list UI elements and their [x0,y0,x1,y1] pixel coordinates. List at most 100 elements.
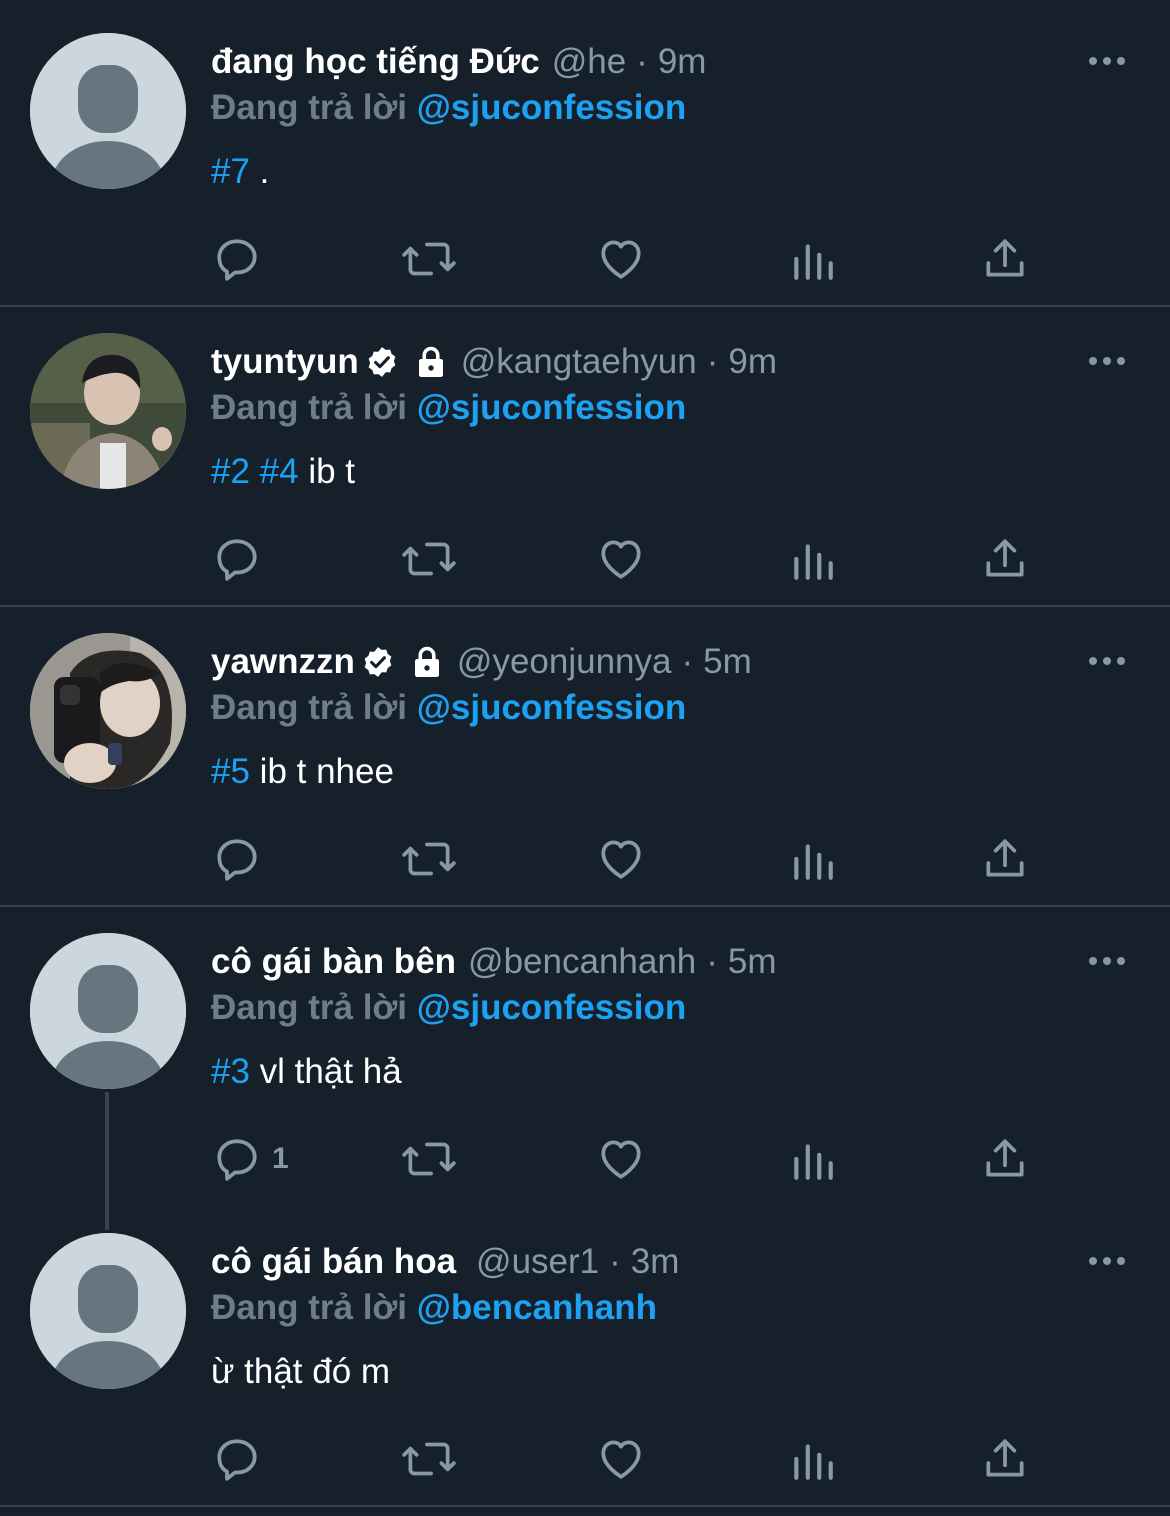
reply-button[interactable]: 1 [212,1132,289,1186]
retweet-button[interactable] [400,532,458,586]
tweet-header: cô gái bán hoa @user1 · 3m [211,1238,679,1286]
avatar[interactable] [30,333,186,489]
reply-count: 1 [272,1142,289,1175]
photo-avatar-icon [30,333,186,489]
more-icon[interactable] [1087,52,1127,70]
display-name[interactable]: yawnzzn [211,642,355,682]
user-handle[interactable]: @he [552,42,626,82]
replying-to: Đang trả lời @bencanhanh [211,1288,657,1328]
user-handle[interactable]: @kangtaehyun [461,342,697,382]
timeline: đang học tiếng Đức @he · 9m Đang trả lời… [0,0,1170,1516]
tweet-header: yawnzzn @yeonjunnya · 5m [211,638,752,686]
hashtag[interactable]: #7 [211,152,250,191]
separator-dot: · [706,342,719,381]
share-button[interactable] [980,832,1030,886]
timestamp[interactable]: 5m [703,642,752,682]
analytics-button[interactable] [790,1432,836,1486]
divider [0,605,1170,607]
hashtag[interactable]: #5 [211,752,250,791]
analytics-icon [794,544,833,580]
like-button[interactable] [596,1132,646,1186]
hashtag[interactable]: #2 [211,452,250,491]
like-icon [601,840,641,879]
like-button[interactable] [596,832,646,886]
share-button[interactable] [980,532,1030,586]
retweet-button[interactable] [400,232,458,286]
analytics-button[interactable] [790,232,836,286]
analytics-button[interactable] [790,532,836,586]
hashtag[interactable]: #4 [260,452,299,491]
like-icon [601,240,641,279]
user-handle[interactable]: @bencanhanh [468,942,696,982]
analytics-button[interactable] [790,832,836,886]
timestamp[interactable]: 3m [631,1242,680,1282]
avatar[interactable] [30,933,186,1089]
reply-button[interactable] [212,1432,272,1486]
avatar[interactable] [30,33,186,189]
share-button[interactable] [980,1432,1030,1486]
more-icon[interactable] [1087,1252,1127,1270]
reply-button[interactable] [212,232,272,286]
analytics-icon [794,244,833,280]
replying-to: Đang trả lời @sjuconfession [211,88,686,128]
divider [0,305,1170,307]
share-button[interactable] [980,1132,1030,1186]
more-icon[interactable] [1087,352,1127,370]
like-button[interactable] [596,232,646,286]
share-icon [986,239,1024,277]
tweet-body-text: ib t [298,452,356,491]
retweet-button[interactable] [400,1132,458,1186]
retweet-button[interactable] [400,1432,458,1486]
default-avatar-icon [30,933,186,1089]
reply-mention[interactable]: @sjuconfession [417,988,686,1027]
timestamp[interactable]: 9m [728,342,777,382]
analytics-icon [794,844,833,880]
tweet-text: #5 ib t nhee [211,752,394,792]
more-icon[interactable] [1087,952,1127,970]
reply-icon [217,1139,257,1181]
reply-button[interactable] [212,832,272,886]
reply-mention[interactable]: @sjuconfession [417,688,686,727]
timestamp[interactable]: 9m [658,42,707,82]
reply-mention[interactable]: @bencanhanh [417,1288,657,1327]
reply-button[interactable] [212,532,272,586]
action-bar [0,1432,1170,1486]
retweet-button[interactable] [400,832,458,886]
retweet-icon [402,542,456,576]
retweet-icon [402,1442,456,1476]
like-button[interactable] [596,1432,646,1486]
more-icon[interactable] [1087,652,1127,670]
tweet-text: #3 vl thật hả [211,1052,402,1092]
tweet-text: #2 #4 ib t [211,452,355,492]
analytics-button[interactable] [790,1132,836,1186]
display-name[interactable]: cô gái bàn bên [211,942,456,982]
verified-icon [364,647,392,677]
tweet-body-text: ừ thật đó m [211,1352,391,1391]
user-handle[interactable]: @yeonjunnya [457,642,672,682]
tweet-text: #7 . [211,152,269,192]
avatar[interactable] [30,633,186,789]
user-handle[interactable]: @user1 [476,1242,599,1282]
photo-avatar-icon [30,633,186,789]
share-button[interactable] [980,232,1030,286]
timestamp[interactable]: 5m [728,942,777,982]
share-icon [986,1439,1024,1477]
avatar[interactable] [30,1233,186,1389]
share-icon [986,539,1024,577]
action-bar [0,832,1170,886]
reply-icon [217,839,257,881]
reply-prefix: Đang trả lời [211,1288,408,1327]
reply-mention[interactable]: @sjuconfession [417,388,686,427]
reply-mention[interactable]: @sjuconfession [417,88,686,127]
reply-prefix: Đang trả lời [211,88,408,127]
display-name[interactable]: tyuntyun [211,342,359,382]
like-button[interactable] [596,532,646,586]
hashtag[interactable]: #3 [211,1052,250,1091]
display-name[interactable]: đang học tiếng Đức [211,42,540,82]
retweet-icon [402,1142,456,1176]
divider [0,1505,1170,1507]
display-name[interactable]: cô gái bán hoa [211,1242,456,1282]
reply-prefix: Đang trả lời [211,388,408,427]
action-bar [0,532,1170,586]
separator-dot: · [609,1242,621,1281]
